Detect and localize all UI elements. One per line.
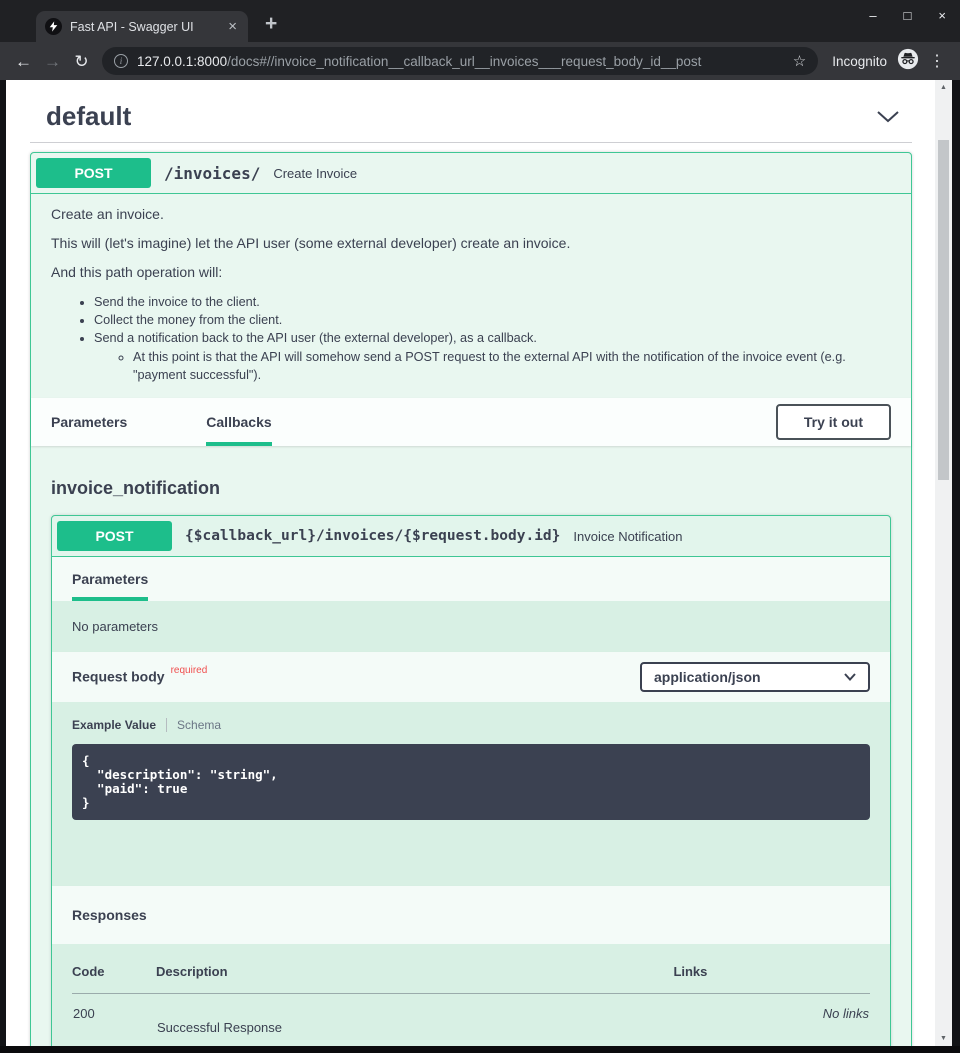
- request-body-example-section: Example Value Schema { "description": "s…: [52, 702, 890, 886]
- try-it-out-button[interactable]: Try it out: [776, 404, 891, 440]
- tab-parameters[interactable]: Parameters: [51, 398, 127, 446]
- request-body-label: Request body: [72, 669, 165, 685]
- column-header-code: Code: [72, 964, 156, 994]
- response-description: Successful Response: [157, 1020, 672, 1035]
- tab-title: Fast API - Swagger UI: [70, 20, 218, 34]
- bookmark-star-icon[interactable]: ☆: [793, 52, 806, 70]
- browser-tab[interactable]: Fast API - Swagger UI ×: [36, 11, 248, 42]
- browser-window: Fast API - Swagger UI × + – □ × ← → ↻ i …: [0, 0, 960, 1053]
- list-item: Collect the money from the client.: [94, 311, 891, 329]
- method-badge: POST: [57, 521, 172, 551]
- url-text[interactable]: 127.0.0.1:8000/docs#//invoice_notificati…: [137, 54, 784, 69]
- tab-close-icon[interactable]: ×: [226, 19, 239, 34]
- column-header-description: Description: [156, 964, 673, 994]
- list-item: Send a notification back to the API user…: [94, 329, 891, 384]
- forward-icon[interactable]: →: [38, 53, 67, 70]
- window-maximize-button[interactable]: □: [904, 9, 912, 22]
- tab-divider: [166, 718, 167, 732]
- description-paragraph: Create an invoice.: [51, 206, 891, 222]
- response-links: No links: [673, 994, 870, 1037]
- tag-section-header[interactable]: default: [30, 80, 912, 143]
- fastapi-favicon-icon: [45, 18, 62, 35]
- scroll-up-icon[interactable]: ▲: [935, 80, 952, 95]
- operation-path: /invoices/: [164, 164, 260, 183]
- callback-summary-row[interactable]: POST {$callback_url}/invoices/{$request.…: [52, 516, 890, 557]
- window-controls: – □ ×: [869, 9, 946, 22]
- responses-label: Responses: [72, 907, 147, 923]
- description-bullet-list: Send the invoice to the client. Collect …: [51, 293, 891, 384]
- callbacks-section: invoice_notification POST {$callback_url…: [31, 446, 911, 1046]
- swagger-ui: default POST /invoices/ Create Invoice C…: [6, 80, 935, 1046]
- incognito-label: Incognito: [832, 54, 887, 69]
- required-badge: required: [171, 665, 208, 676]
- tab-callbacks[interactable]: Callbacks: [206, 398, 271, 446]
- collapse-chevron-icon[interactable]: [876, 110, 900, 123]
- example-code-block: { "description": "string", "paid": true …: [72, 744, 870, 820]
- chevron-down-icon: [844, 673, 856, 681]
- tab-bar: Fast API - Swagger UI × + – □ ×: [0, 0, 960, 42]
- opblock-invoice-notification: POST {$callback_url}/invoices/{$request.…: [51, 515, 891, 1046]
- operation-summary-row[interactable]: POST /invoices/ Create Invoice: [31, 153, 911, 194]
- responses-table-section: Code Description Links 200 Succe: [52, 944, 890, 1046]
- tag-title: default: [46, 101, 131, 132]
- url-host: 127.0.0.1:8000: [137, 54, 227, 69]
- reload-icon[interactable]: ↻: [67, 53, 96, 70]
- column-header-links: Links: [673, 964, 870, 994]
- operation-tabs-row: Parameters Callbacks Try it out: [31, 398, 911, 446]
- content-type-value: application/json: [654, 669, 761, 685]
- table-row: 200 Successful Response No links: [72, 994, 870, 1037]
- tab-schema[interactable]: Schema: [177, 718, 221, 732]
- scrollbar[interactable]: ▲ ▼: [935, 80, 952, 1046]
- description-paragraph: And this path operation will:: [51, 264, 891, 280]
- callback-path: {$callback_url}/invoices/{$request.body.…: [185, 528, 560, 544]
- browser-menu-icon[interactable]: ⋮: [929, 51, 945, 71]
- callback-parameters-header: Parameters: [52, 557, 890, 601]
- window-close-button[interactable]: ×: [938, 9, 946, 22]
- callback-name: invoice_notification: [51, 478, 891, 499]
- scrollbar-thumb[interactable]: [938, 140, 949, 480]
- site-info-icon[interactable]: i: [114, 54, 128, 68]
- request-body-header: Request body required application/json: [52, 652, 890, 702]
- window-edge-right: [952, 80, 960, 1046]
- url-bar[interactable]: i 127.0.0.1:8000/docs#//invoice_notifica…: [102, 47, 818, 75]
- list-item-text: Send a notification back to the API user…: [94, 331, 537, 345]
- scroll-down-icon[interactable]: ▼: [935, 1031, 952, 1046]
- no-parameters-notice: No parameters: [52, 601, 890, 652]
- content-type-select[interactable]: application/json: [640, 662, 870, 692]
- url-path: /docs#//invoice_notification__callback_u…: [227, 54, 701, 69]
- list-item: Send the invoice to the client.: [94, 293, 891, 311]
- window-minimize-button[interactable]: –: [869, 9, 876, 22]
- browser-toolbar: ← → ↻ i 127.0.0.1:8000/docs#//invoice_no…: [0, 42, 960, 80]
- example-json: { "description": "string", "paid": true …: [82, 754, 860, 810]
- new-tab-button[interactable]: +: [265, 13, 277, 34]
- description-paragraph: This will (let's imagine) let the API us…: [51, 235, 891, 251]
- opblock-create-invoice: POST /invoices/ Create Invoice Create an…: [30, 152, 912, 1046]
- responses-header: Responses: [52, 886, 890, 944]
- back-icon[interactable]: ←: [9, 53, 38, 70]
- incognito-icon: [897, 48, 919, 75]
- tab-callback-parameters[interactable]: Parameters: [72, 557, 148, 601]
- window-edge-bottom: [0, 1046, 960, 1053]
- tab-example-value[interactable]: Example Value: [72, 718, 156, 732]
- callback-summary: Invoice Notification: [573, 529, 682, 544]
- method-badge: POST: [36, 158, 151, 188]
- page-content: default POST /invoices/ Create Invoice C…: [6, 80, 935, 1046]
- operation-summary: Create Invoice: [273, 166, 357, 181]
- sub-list-item: At this point is that the API will someh…: [133, 348, 891, 384]
- responses-table: Code Description Links 200 Succe: [72, 964, 870, 1036]
- response-code: 200: [72, 994, 156, 1037]
- operation-description: Create an invoice. This will (let's imag…: [31, 194, 911, 398]
